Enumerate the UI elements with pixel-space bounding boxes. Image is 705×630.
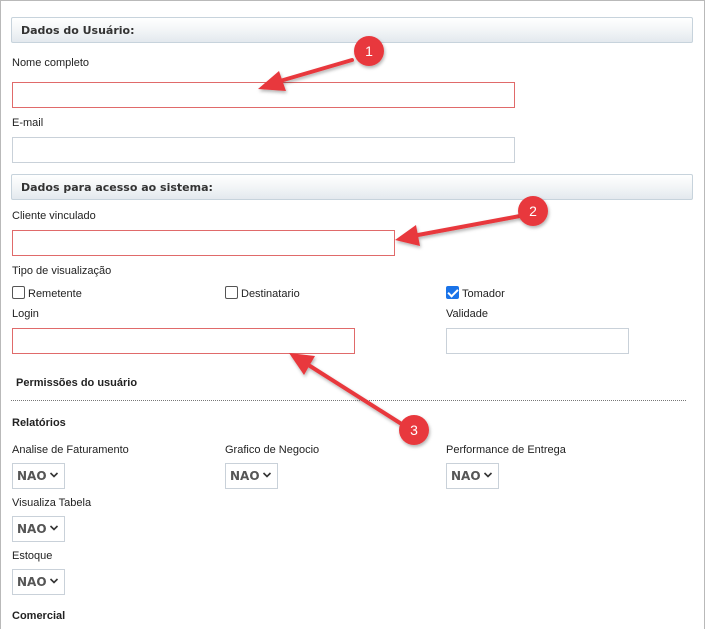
billing-analysis-value: NAO xyxy=(17,469,47,483)
delivery-performance-select[interactable]: NAO xyxy=(446,463,499,489)
business-chart-select[interactable]: NAO xyxy=(225,463,278,489)
email-input[interactable] xyxy=(12,137,515,163)
chevron-down-icon xyxy=(483,472,493,478)
chevron-down-icon xyxy=(262,472,272,478)
section-header-system-access: Dados para acesso ao sistema: xyxy=(11,174,693,200)
validity-input[interactable] xyxy=(446,328,629,354)
full-name-label: Nome completo xyxy=(12,57,90,69)
commercial-group-title: Comercial xyxy=(12,610,66,622)
tomador-label: Tomador xyxy=(462,288,505,300)
chevron-down-icon xyxy=(49,525,59,531)
view-table-value: NAO xyxy=(17,522,47,536)
view-table-label: Visualiza Tabela xyxy=(12,497,92,509)
billing-analysis-label: Analise de Faturamento xyxy=(12,444,129,456)
reports-group-title: Relatórios xyxy=(12,417,66,429)
validity-label: Validade xyxy=(446,308,488,320)
chevron-down-icon xyxy=(49,472,59,478)
permissions-divider xyxy=(11,400,686,401)
destinatario-checkbox[interactable] xyxy=(225,286,238,299)
full-name-input[interactable] xyxy=(12,82,515,108)
stock-value: NAO xyxy=(17,575,47,589)
login-label: Login xyxy=(12,308,39,320)
business-chart-label: Grafico de Negocio xyxy=(225,444,320,456)
permissions-title: Permissões do usuário xyxy=(16,377,138,389)
login-input[interactable] xyxy=(12,328,355,354)
stock-select[interactable]: NAO xyxy=(12,569,65,595)
linked-client-label: Cliente vinculado xyxy=(12,210,96,222)
billing-analysis-select[interactable]: NAO xyxy=(12,463,65,489)
remetente-checkbox[interactable] xyxy=(12,286,25,299)
view-table-select[interactable]: NAO xyxy=(12,516,65,542)
destinatario-label: Destinatario xyxy=(241,288,300,300)
delivery-performance-label: Performance de Entrega xyxy=(446,444,566,456)
section-header-user-data: Dados do Usuário: xyxy=(11,17,693,43)
chevron-down-icon xyxy=(49,578,59,584)
delivery-performance-value: NAO xyxy=(451,469,481,483)
tomador-checkbox[interactable] xyxy=(446,286,459,299)
stock-label: Estoque xyxy=(12,550,53,562)
email-label: E-mail xyxy=(12,117,44,129)
view-type-label: Tipo de visualização xyxy=(12,265,112,277)
linked-client-input[interactable] xyxy=(12,230,395,256)
business-chart-value: NAO xyxy=(230,469,260,483)
remetente-label: Remetente xyxy=(28,288,82,300)
